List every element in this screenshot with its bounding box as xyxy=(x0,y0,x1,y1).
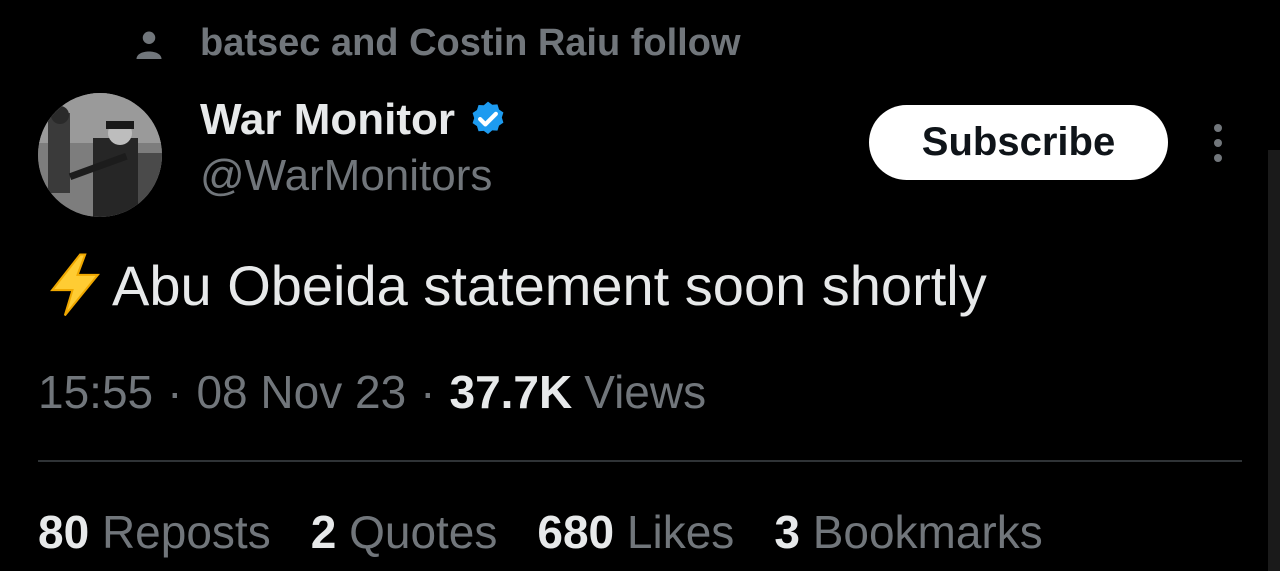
views-label: Views xyxy=(584,366,707,418)
avatar[interactable] xyxy=(38,93,162,217)
bookmarks-label: Bookmarks xyxy=(812,506,1043,558)
author-info[interactable]: War Monitor @WarMonitors xyxy=(200,95,509,201)
views-count: 37.7K xyxy=(449,366,573,418)
quotes-stat[interactable]: 2 Quotes xyxy=(311,505,498,559)
tweet-time[interactable]: 15:55 xyxy=(38,365,153,419)
social-context[interactable]: batsec and Costin Raiu follow xyxy=(134,22,741,65)
verified-badge-icon[interactable] xyxy=(467,99,509,141)
meta-separator: · xyxy=(420,366,436,418)
likes-stat[interactable]: 680 Likes xyxy=(537,505,734,559)
reposts-stat[interactable]: 80 Reposts xyxy=(38,505,271,559)
bookmarks-stat[interactable]: 3 Bookmarks xyxy=(774,505,1042,559)
scrollbar[interactable] xyxy=(1268,150,1280,571)
reposts-label: Reposts xyxy=(101,506,271,558)
tweet-body: Abu Obeida statement soon shortly xyxy=(112,253,987,317)
reposts-count: 80 xyxy=(38,506,90,558)
quotes-label: Quotes xyxy=(349,506,498,558)
subscribe-button[interactable]: Subscribe xyxy=(869,105,1168,180)
author-handle[interactable]: @WarMonitors xyxy=(200,151,509,201)
more-vertical-icon[interactable] xyxy=(1204,122,1232,166)
likes-label: Likes xyxy=(626,506,735,558)
person-icon xyxy=(136,31,162,59)
likes-count: 680 xyxy=(537,506,615,558)
lightning-bolt-icon xyxy=(50,253,100,317)
divider xyxy=(38,460,1242,462)
tweet-meta: 15:55 · 08 Nov 23 · 37.7K Views xyxy=(38,365,706,419)
engagement-stats: 80 Reposts 2 Quotes 680 Likes 3 Bookmark… xyxy=(38,505,1043,559)
tweet-date[interactable]: 08 Nov 23 xyxy=(196,365,406,419)
meta-separator: · xyxy=(167,366,183,418)
social-context-text: batsec and Costin Raiu follow xyxy=(200,22,741,64)
avatar-image xyxy=(38,93,162,217)
bookmarks-count: 3 xyxy=(774,506,800,558)
quotes-count: 2 xyxy=(310,506,337,558)
tweet-text: Abu Obeida statement soon shortly xyxy=(44,252,987,318)
author-name[interactable]: War Monitor xyxy=(200,95,455,145)
